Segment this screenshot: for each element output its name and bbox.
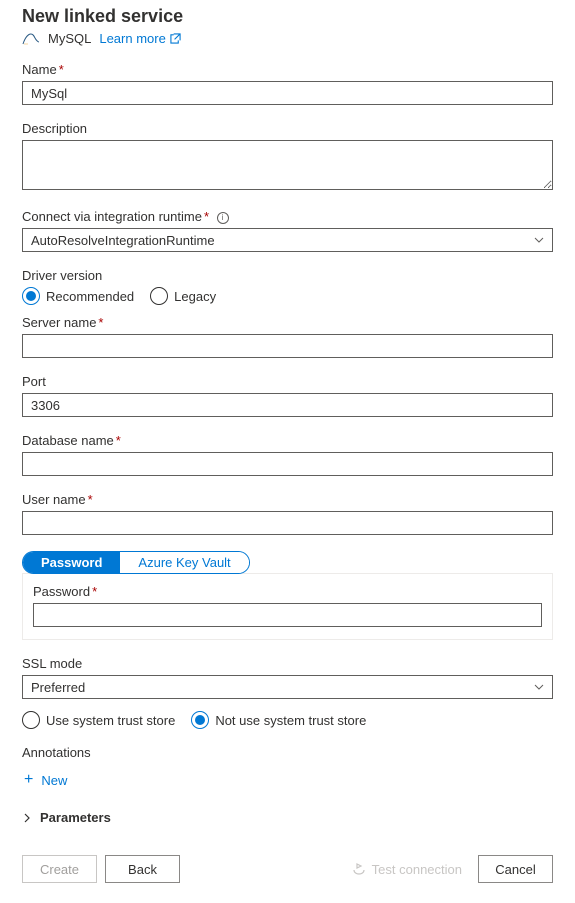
runtime-label: Connect via integration runtime* i — [22, 209, 553, 224]
runtime-select[interactable]: AutoResolveIntegrationRuntime — [22, 228, 553, 252]
ssl-label: SSL mode — [22, 656, 553, 671]
chevron-down-icon — [534, 235, 544, 245]
database-label: Database name* — [22, 433, 553, 448]
database-input[interactable] — [22, 452, 553, 476]
radio-checked-icon — [191, 711, 209, 729]
port-field: Port — [22, 374, 553, 417]
credential-tabs: Password Azure Key Vault — [22, 551, 250, 574]
trust-store-field: Use system trust store Not use system tr… — [22, 711, 553, 729]
back-button[interactable]: Back — [105, 855, 180, 883]
test-connection-button[interactable]: Test connection — [352, 862, 462, 877]
port-input[interactable] — [22, 393, 553, 417]
server-field: Server name* — [22, 315, 553, 358]
runtime-value: AutoResolveIntegrationRuntime — [31, 233, 215, 248]
trust-notuse-radio[interactable]: Not use system trust store — [191, 711, 366, 729]
username-input[interactable] — [22, 511, 553, 535]
parameters-toggle[interactable]: Parameters — [22, 810, 553, 825]
add-annotation-button[interactable]: + New — [22, 764, 69, 796]
create-button[interactable]: Create — [22, 855, 97, 883]
description-input[interactable] — [22, 140, 553, 190]
driver-recommended-radio[interactable]: Recommended — [22, 287, 134, 305]
footer: Create Back Test connection Cancel — [22, 855, 553, 883]
username-label: User name* — [22, 492, 553, 507]
plus-icon: + — [24, 772, 33, 788]
driver-field: Driver version Recommended Legacy — [22, 268, 553, 305]
runtime-field: Connect via integration runtime* i AutoR… — [22, 209, 553, 252]
username-field: User name* — [22, 492, 553, 535]
radio-unchecked-icon — [22, 711, 40, 729]
ssl-select[interactable]: Preferred — [22, 675, 553, 699]
chevron-right-icon — [22, 813, 32, 823]
radio-unchecked-icon — [150, 287, 168, 305]
server-label: Server name* — [22, 315, 553, 330]
cancel-button[interactable]: Cancel — [478, 855, 553, 883]
learn-more-label: Learn more — [99, 31, 165, 46]
description-label: Description — [22, 121, 553, 136]
driver-legacy-radio[interactable]: Legacy — [150, 287, 216, 305]
tab-password[interactable]: Password — [23, 552, 120, 573]
annotations-label: Annotations — [22, 745, 553, 760]
trust-use-radio[interactable]: Use system trust store — [22, 711, 175, 729]
info-icon[interactable]: i — [217, 212, 229, 224]
tab-azure-key-vault[interactable]: Azure Key Vault — [120, 552, 248, 573]
driver-label: Driver version — [22, 268, 553, 283]
ssl-value: Preferred — [31, 680, 85, 695]
external-link-icon — [170, 33, 181, 44]
password-panel: Password* — [22, 573, 553, 640]
radio-checked-icon — [22, 287, 40, 305]
test-connection-icon — [352, 862, 366, 876]
description-field: Description — [22, 121, 553, 193]
database-field: Database name* — [22, 433, 553, 476]
page-title: New linked service — [22, 6, 553, 27]
name-label: Name* — [22, 62, 553, 77]
subheader: MySQL Learn more — [22, 31, 553, 46]
learn-more-link[interactable]: Learn more — [99, 31, 180, 46]
annotations-section: Annotations + New — [22, 745, 553, 796]
service-name: MySQL — [48, 31, 91, 46]
mysql-icon — [22, 32, 40, 46]
server-input[interactable] — [22, 334, 553, 358]
name-input[interactable] — [22, 81, 553, 105]
ssl-field: SSL mode Preferred — [22, 656, 553, 699]
port-label: Port — [22, 374, 553, 389]
chevron-down-icon — [534, 682, 544, 692]
name-field: Name* — [22, 62, 553, 105]
password-label: Password* — [33, 584, 542, 599]
password-input[interactable] — [33, 603, 542, 627]
